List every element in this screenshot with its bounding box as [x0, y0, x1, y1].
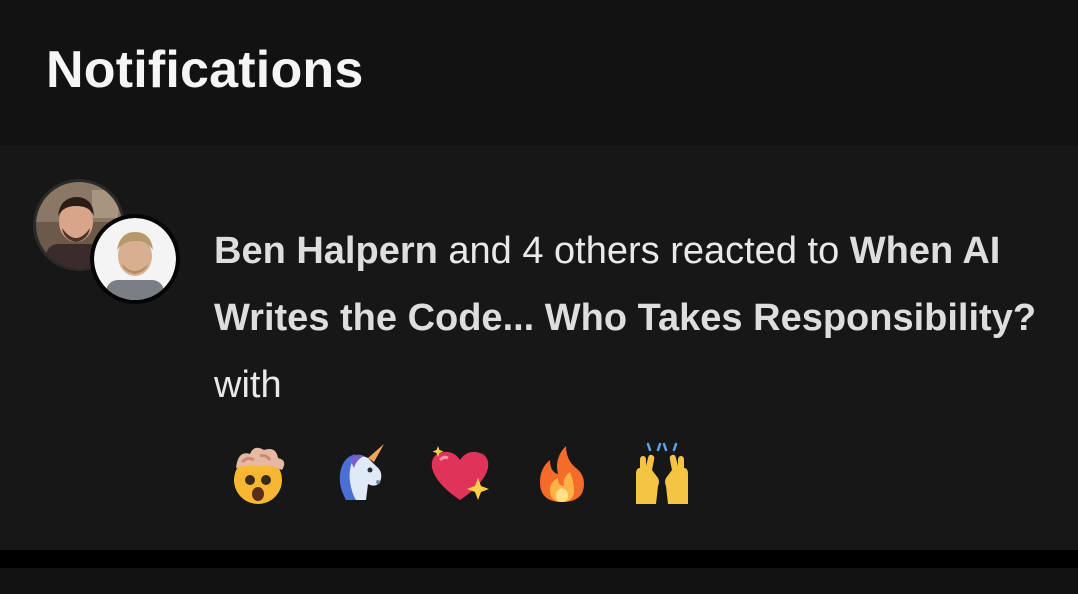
- fire-icon: [530, 442, 594, 506]
- actor-link[interactable]: Ben Halpern: [214, 230, 438, 272]
- avatar-image: [94, 218, 176, 300]
- message-text: and 4 others reacted to: [437, 230, 850, 272]
- page-title: Notifications: [46, 41, 364, 99]
- unicorn-icon: [326, 442, 390, 506]
- raising-hands-icon: [630, 442, 694, 506]
- notifications-header: Notifications: [0, 0, 1078, 146]
- avatar[interactable]: [90, 214, 180, 304]
- message-suffix: with: [214, 364, 282, 406]
- notification-card[interactable]: [0, 568, 1078, 594]
- notification-message: Ben Halpern and 4 others reacted to When…: [214, 218, 1054, 419]
- exploding-head-icon: [226, 442, 290, 506]
- sparkling-heart-icon: [426, 442, 490, 506]
- divider: [0, 550, 1078, 568]
